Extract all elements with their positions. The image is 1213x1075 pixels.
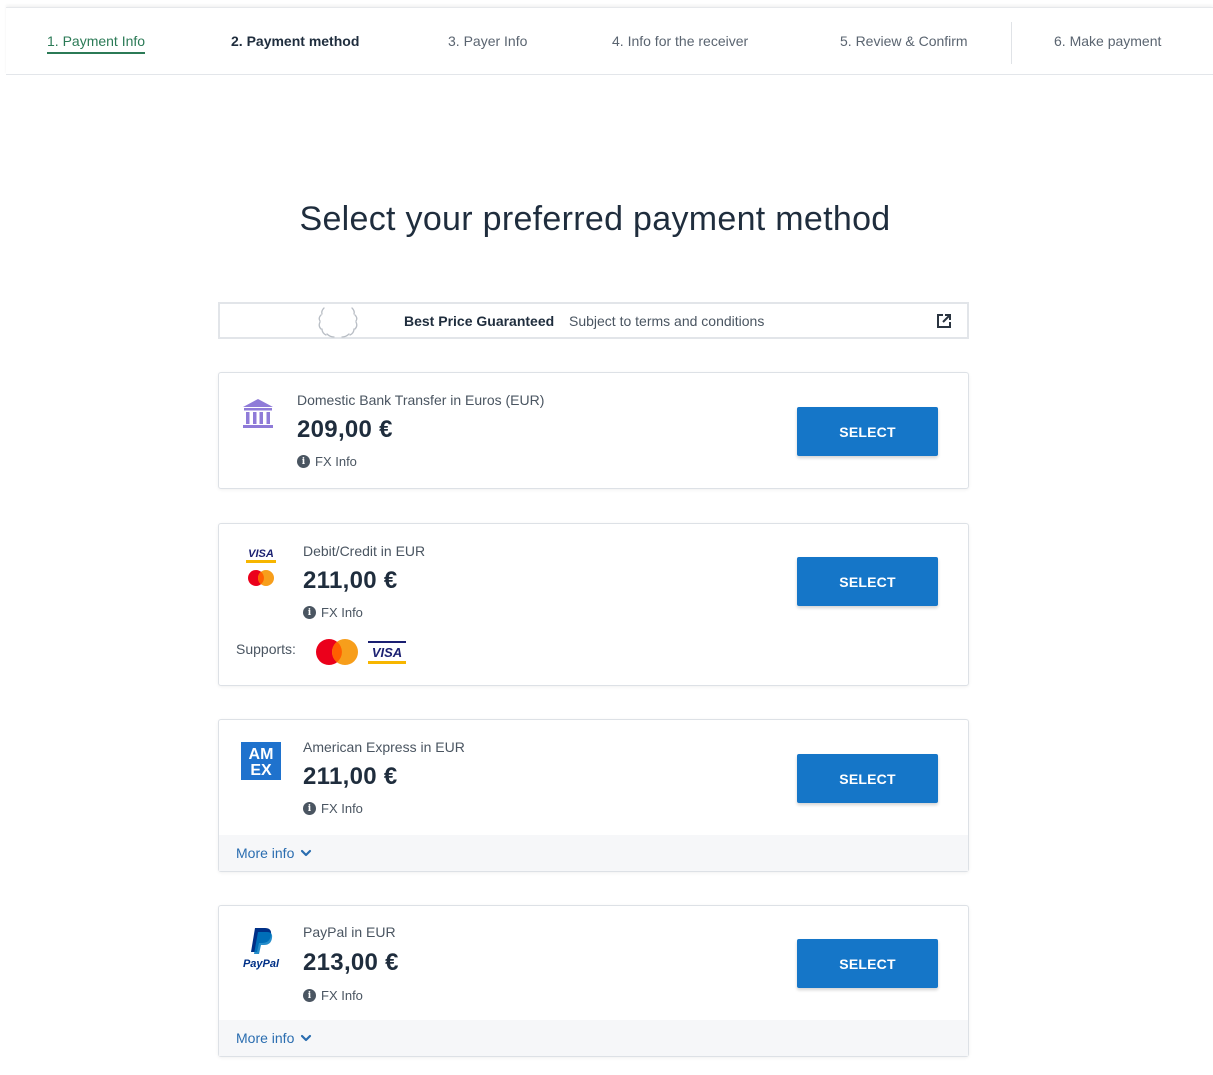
paypal-icon: PayPal <box>243 928 280 970</box>
step-label: 1. Payment Info <box>47 33 146 54</box>
best-price-banner: Best Price Guaranteed Subject to terms a… <box>218 302 969 339</box>
payment-option-amex: AM EX American Express in EUR 211,00 € i… <box>218 719 969 872</box>
external-link-icon[interactable] <box>936 313 952 329</box>
more-info-toggle[interactable]: More info <box>219 835 968 871</box>
banner-headline: Best Price Guaranteed <box>404 312 555 329</box>
info-icon: i <box>303 606 316 619</box>
payment-option-bank-transfer: Domestic Bank Transfer in Euros (EUR) 20… <box>218 372 969 489</box>
step-info-receiver: 4. Info for the receiver <box>612 8 748 74</box>
visa-icon: VISA <box>368 641 406 664</box>
step-label: 3. Payer Info <box>448 33 528 49</box>
step-label: 4. Info for the receiver <box>612 33 749 49</box>
more-info-label: More info <box>236 845 295 861</box>
info-icon: i <box>303 989 316 1002</box>
step-payment-info[interactable]: 1. Payment Info <box>47 8 146 74</box>
banner-terms[interactable]: Subject to terms and conditions <box>569 313 764 329</box>
more-info-label: More info <box>236 1030 295 1046</box>
fx-info-link[interactable]: i FX Info <box>297 454 357 469</box>
laurel-wreath-icon <box>318 307 358 338</box>
fx-info-label: FX Info <box>315 454 357 469</box>
select-bank-transfer-button[interactable]: SELECT <box>797 407 938 456</box>
step-divider <box>1011 22 1012 64</box>
step-label: 2. Payment method <box>231 33 360 49</box>
amex-logo-bottom: EX <box>250 762 272 779</box>
visa-logo-text: VISA <box>248 548 274 560</box>
method-name: PayPal in EUR <box>303 924 396 940</box>
amex-icon: AM EX <box>241 742 281 780</box>
bank-icon <box>243 399 273 428</box>
page-title: Select your preferred payment method <box>299 200 891 238</box>
fx-info-label: FX Info <box>321 988 363 1003</box>
method-name: Debit/Credit in EUR <box>303 543 426 559</box>
step-payer-info: 3. Payer Info <box>448 8 527 74</box>
info-icon: i <box>297 455 310 468</box>
method-price: 211,00 € <box>303 763 398 790</box>
info-icon: i <box>303 802 316 815</box>
supports-label: Supports: <box>236 641 296 657</box>
step-payment-method: 2. Payment method <box>231 8 359 74</box>
visa-mastercard-icon: VISA <box>246 548 276 586</box>
paypal-logo-text: PayPal <box>243 958 280 970</box>
amex-logo-top: AM <box>249 746 274 763</box>
fx-info-link[interactable]: i FX Info <box>303 605 363 620</box>
chevron-down-icon <box>301 849 312 857</box>
select-debit-credit-button[interactable]: SELECT <box>797 557 938 606</box>
select-amex-button[interactable]: SELECT <box>797 754 938 803</box>
fx-info-label: FX Info <box>321 605 363 620</box>
visa-logo-text: VISA <box>372 645 402 660</box>
method-name: Domestic Bank Transfer in Euros (EUR) <box>297 392 545 408</box>
fx-info-link[interactable]: i FX Info <box>303 801 363 816</box>
fx-info-link[interactable]: i FX Info <box>303 988 363 1003</box>
mastercard-icon <box>316 639 358 665</box>
more-info-toggle[interactable]: More info <box>219 1020 968 1056</box>
checkout-stepper: 1. Payment Info 2. Payment method 3. Pay… <box>6 7 1213 75</box>
method-name: American Express in EUR <box>303 739 465 755</box>
payment-option-paypal: PayPal PayPal in EUR 213,00 € i FX Info … <box>218 905 969 1057</box>
payment-option-debit-credit: VISA Debit/Credit in EUR 211,00 € i FX I… <box>218 523 969 686</box>
method-price: 213,00 € <box>303 949 399 976</box>
step-label: 5. Review & Confirm <box>840 33 968 49</box>
select-paypal-button[interactable]: SELECT <box>797 939 938 988</box>
step-label: 6. Make payment <box>1054 33 1162 49</box>
method-price: 209,00 € <box>297 416 393 443</box>
fx-info-label: FX Info <box>321 801 363 816</box>
method-price: 211,00 € <box>303 567 398 594</box>
chevron-down-icon <box>301 1034 312 1042</box>
step-review-confirm: 5. Review & Confirm <box>840 8 968 74</box>
step-make-payment: 6. Make payment <box>1054 8 1161 74</box>
